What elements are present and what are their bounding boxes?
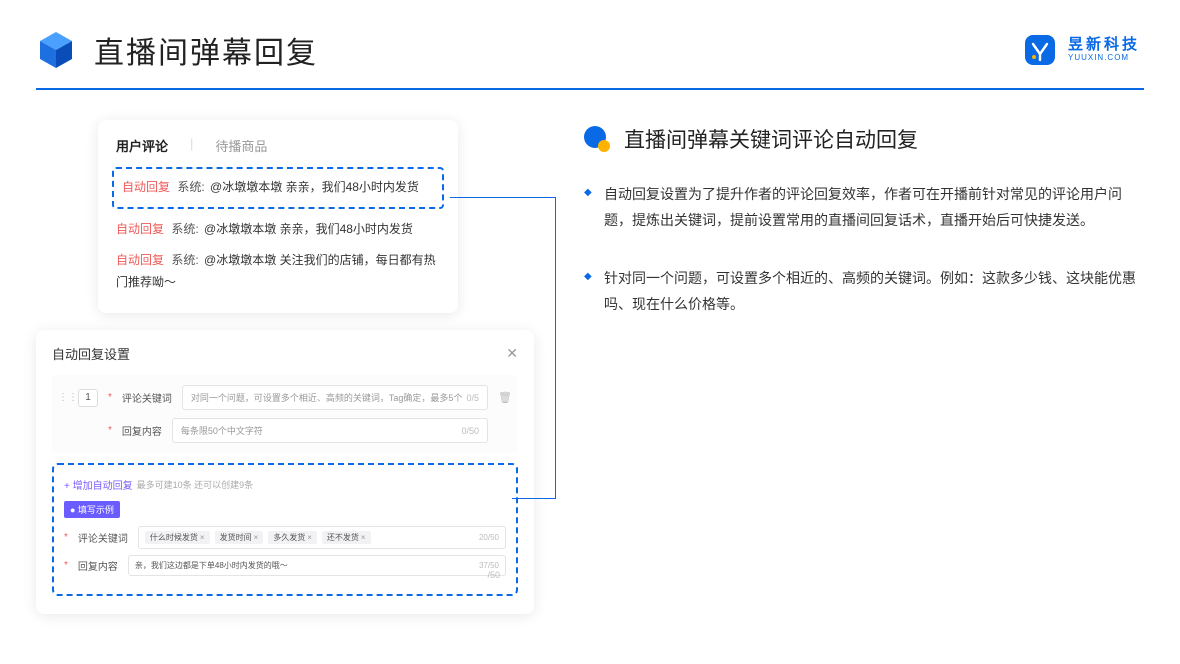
example-reply-counter: 37/50 xyxy=(479,561,499,570)
page-header: 直播间弹幕回复 昱新科技 YUUXIN.COM xyxy=(0,0,1180,72)
system-label: 系统: xyxy=(171,253,198,267)
tab-user-comments[interactable]: 用户评论 xyxy=(116,136,168,155)
page-title: 直播间弹幕回复 xyxy=(94,28,318,72)
highlighted-comment: 自动回复 系统: @冰墩墩本墩 亲亲，我们48小时内发货 xyxy=(112,167,444,209)
example-reply-label: 回复内容 xyxy=(78,558,118,573)
section-title: 直播间弹幕关键词评论自动回复 xyxy=(624,124,918,154)
close-icon[interactable]: ✕ xyxy=(506,345,518,362)
comments-panel: 用户评论 | 待播商品 自动回复 系统: @冰墩墩本墩 亲亲，我们48小时内发货… xyxy=(98,120,458,313)
reply-row: ⋮⋮ 1 * 回复内容 每条限50个中文字符 0/50 🗑 xyxy=(58,418,512,443)
system-label: 系统: xyxy=(171,222,198,236)
comment-line: 自动回复 系统: @冰墩墩本墩 关注我们的店铺，每日都有热门推荐呦～ xyxy=(116,250,440,293)
settings-title: 自动回复设置 xyxy=(52,344,130,363)
system-label: 系统: xyxy=(177,180,204,194)
keyword-counter: 0/5 xyxy=(467,393,480,403)
rule-index: 1 xyxy=(78,389,98,407)
brand-name-en: YUUXIN.COM xyxy=(1068,54,1140,63)
keyword-input[interactable]: 对同一个问题，可设置多个相近、高频的关键词，Tag确定，最多5个 0/5 xyxy=(182,385,488,410)
description-column: 直播间弹幕关键词评论自动回复 自动回复设置为了提升作者的评论回复效率，作者可在开… xyxy=(582,120,1144,350)
auto-reply-tag: 自动回复 xyxy=(116,222,164,236)
content-row: 用户评论 | 待播商品 自动回复 系统: @冰墩墩本墩 亲亲，我们48小时内发货… xyxy=(0,72,1180,350)
screenshot-column: 用户评论 | 待播商品 自动回复 系统: @冰墩墩本墩 亲亲，我们48小时内发货… xyxy=(36,120,526,350)
chat-bubble-icon xyxy=(582,124,612,154)
tab-pending-goods[interactable]: 待播商品 xyxy=(215,136,267,155)
comment-text: @冰墩墩本墩 亲亲，我们48小时内发货 xyxy=(204,222,413,236)
comment-text: @冰墩墩本墩 亲亲，我们48小时内发货 xyxy=(210,180,419,194)
keyword-chip[interactable]: 多久发货× xyxy=(268,531,317,544)
example-keyword-counter: 20/50 xyxy=(479,533,499,542)
rule-row-group: ⋮⋮ 1 * 评论关键词 对同一个问题，可设置多个相近、高频的关键词，Tag确定… xyxy=(52,375,518,453)
comment-line: 自动回复 系统: @冰墩墩本墩 亲亲，我们48小时内发货 xyxy=(116,219,440,241)
keyword-chip[interactable]: 发货时间× xyxy=(215,531,264,544)
auto-reply-tag: 自动回复 xyxy=(122,180,170,194)
reply-counter: 0/50 xyxy=(462,426,480,436)
add-link-hint: 最多可建10条 还可以创建9条 xyxy=(137,478,254,491)
delete-icon[interactable]: 🗑 xyxy=(498,391,512,404)
cube-icon xyxy=(36,30,76,70)
feature-bullets: 自动回复设置为了提升作者的评论回复效率，作者可在开播前针对常见的评论用户问题，提… xyxy=(582,182,1144,318)
required-star: * xyxy=(108,392,112,403)
reply-placeholder: 每条限50个中文字符 xyxy=(181,424,263,437)
settings-header: 自动回复设置 ✕ xyxy=(52,344,518,363)
keyword-row: ⋮⋮ 1 * 评论关键词 对同一个问题，可设置多个相近、高频的关键词，Tag确定… xyxy=(58,385,512,410)
example-reply-input[interactable]: 亲，我们这边都是下单48小时内发货的哦～ 37/50 xyxy=(128,555,506,576)
tab-separator: | xyxy=(190,136,193,155)
extra-counter: /50 xyxy=(487,570,500,580)
auto-reply-settings-panel: 自动回复设置 ✕ ⋮⋮ 1 * 评论关键词 对同一个问题，可设置多个相近、高频的… xyxy=(36,330,534,614)
example-keyword-row: * 评论关键词 什么时候发货× 发货时间× 多久发货× 还不发货× 20/50 xyxy=(64,526,506,549)
reply-label: 回复内容 xyxy=(122,423,162,438)
brand-logo-icon xyxy=(1022,32,1058,68)
required-star: * xyxy=(64,560,68,571)
tabs-row: 用户评论 | 待播商品 xyxy=(116,136,440,155)
bullet-item: 针对同一个问题，可设置多个相近的、高频的关键词。例如：这款多少钱、这块能优惠吗、… xyxy=(604,266,1144,318)
keyword-label: 评论关键词 xyxy=(122,390,172,405)
comment-line: 自动回复 系统: @冰墩墩本墩 亲亲，我们48小时内发货 xyxy=(122,177,434,199)
add-link-text: + 增加自动回复 xyxy=(64,477,133,492)
header-divider xyxy=(36,88,1144,90)
add-auto-reply-link[interactable]: + 增加自动回复 最多可建10条 还可以创建9条 xyxy=(64,477,506,492)
example-reply-value: 亲，我们这边都是下单48小时内发货的哦～ xyxy=(135,560,288,571)
example-keyword-input[interactable]: 什么时候发货× 发货时间× 多久发货× 还不发货× 20/50 xyxy=(138,526,506,549)
drag-handle-icon[interactable]: ⋮⋮ xyxy=(58,392,68,403)
section-header: 直播间弹幕关键词评论自动回复 xyxy=(582,124,1144,154)
keyword-placeholder: 对同一个问题，可设置多个相近、高频的关键词，Tag确定，最多5个 xyxy=(191,391,463,404)
header-left: 直播间弹幕回复 xyxy=(36,28,318,72)
reply-input[interactable]: 每条限50个中文字符 0/50 xyxy=(172,418,488,443)
required-star: * xyxy=(64,532,68,543)
example-reply-row: * 回复内容 亲，我们这边都是下单48小时内发货的哦～ 37/50 xyxy=(64,555,506,576)
example-badge: ● 填写示例 xyxy=(64,501,120,518)
brand-name-cn: 昱新科技 xyxy=(1068,37,1140,54)
example-keyword-label: 评论关键词 xyxy=(78,530,128,545)
keyword-chip[interactable]: 还不发货× xyxy=(322,531,371,544)
required-star: * xyxy=(108,425,112,436)
brand-text: 昱新科技 YUUXIN.COM xyxy=(1068,37,1140,62)
auto-reply-tag: 自动回复 xyxy=(116,253,164,267)
example-section: + 增加自动回复 最多可建10条 还可以创建9条 ● 填写示例 * 评论关键词 … xyxy=(52,463,518,596)
keyword-chip[interactable]: 什么时候发货× xyxy=(145,531,210,544)
brand-block: 昱新科技 YUUXIN.COM xyxy=(1022,32,1140,68)
bullet-item: 自动回复设置为了提升作者的评论回复效率，作者可在开播前针对常见的评论用户问题，提… xyxy=(604,182,1144,234)
